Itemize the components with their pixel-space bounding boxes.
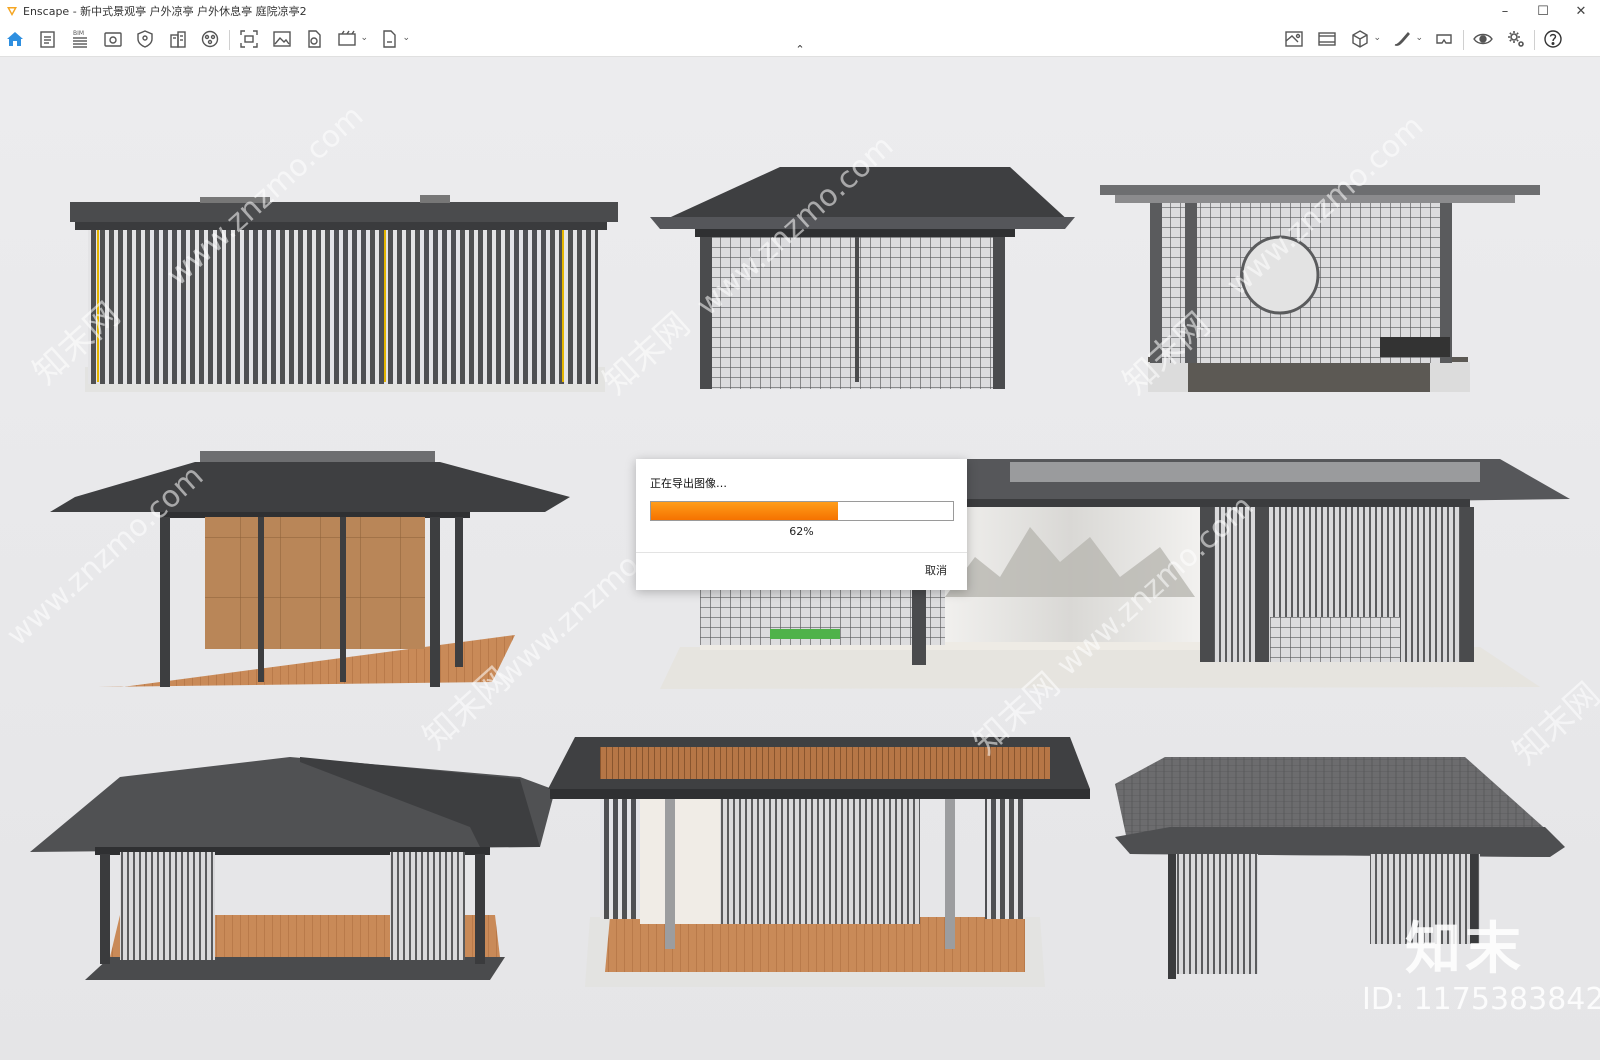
logo-watermark: 知末 — [1405, 917, 1525, 982]
chevron-down-icon[interactable]: ⌄ — [360, 33, 368, 43]
close-button[interactable]: ✕ — [1562, 0, 1600, 22]
building-icon[interactable] — [167, 28, 189, 50]
pavilion-wood-panels — [50, 451, 570, 687]
pavilion-slat-box — [70, 195, 618, 392]
pavilion-pergola — [548, 737, 1090, 987]
svg-text:BIM: BIM — [73, 30, 84, 37]
progress-percent: 62% — [789, 525, 814, 538]
minimize-button[interactable]: – — [1486, 0, 1524, 22]
eye-icon[interactable] — [1472, 28, 1494, 50]
maximize-button[interactable]: ☐ — [1524, 0, 1562, 22]
view-icon[interactable] — [102, 28, 124, 50]
material-icon[interactable] — [199, 28, 221, 50]
settings-brush-icon[interactable]: ⌄ — [1391, 28, 1423, 50]
vr-icon[interactable] — [1433, 28, 1455, 50]
batch-render-icon[interactable]: ⌄ — [336, 28, 368, 50]
dialog-divider — [636, 552, 967, 553]
document-icon[interactable] — [37, 28, 59, 50]
chevron-down-icon[interactable]: ⌄ — [1415, 33, 1423, 43]
export-icon[interactable] — [303, 28, 325, 50]
enscape-logo-icon — [7, 7, 17, 16]
screenshot-icon[interactable] — [238, 28, 260, 50]
toolbar-separator — [229, 30, 230, 50]
window-controls: – ☐ ✕ — [1486, 0, 1600, 22]
toolbar-separator — [1534, 30, 1535, 50]
cube-icon[interactable]: ⌄ — [1349, 28, 1381, 50]
progress-fill — [651, 502, 839, 520]
home-icon[interactable] — [4, 28, 26, 50]
cancel-button[interactable]: 取消 — [925, 562, 947, 578]
asset-library-icon[interactable] — [1283, 28, 1305, 50]
video-icon[interactable] — [1316, 28, 1338, 50]
pavilion-hip-deck — [30, 757, 555, 980]
chevron-down-icon[interactable]: ⌄ — [1373, 33, 1381, 43]
image-icon[interactable] — [271, 28, 293, 50]
toolbar-separator — [1463, 30, 1464, 50]
id-watermark: ID: 1175383842 — [1362, 982, 1600, 1017]
bim-icon[interactable]: BIM — [69, 28, 91, 50]
chevron-down-icon[interactable]: ⌄ — [402, 33, 410, 43]
title-bar: Enscape - 新中式景观亭 户外凉亭 户外休息亭 庭院凉亭2 – ☐ ✕ — [0, 0, 1600, 22]
export-file-icon[interactable]: ⌄ — [378, 28, 410, 50]
help-icon[interactable] — [1542, 28, 1564, 50]
dialog-title: 正在导出图像… — [650, 477, 727, 490]
progress-bar — [650, 501, 954, 521]
export-progress-dialog: 正在导出图像… 62% 取消 — [636, 459, 967, 590]
shield-icon[interactable] — [134, 28, 156, 50]
gear-icon[interactable] — [1505, 28, 1527, 50]
collapse-toolbar-chevron-icon[interactable]: ⌃ — [792, 44, 808, 56]
window-title: Enscape - 新中式景观亭 户外凉亭 户外休息亭 庭院凉亭2 — [23, 5, 307, 18]
